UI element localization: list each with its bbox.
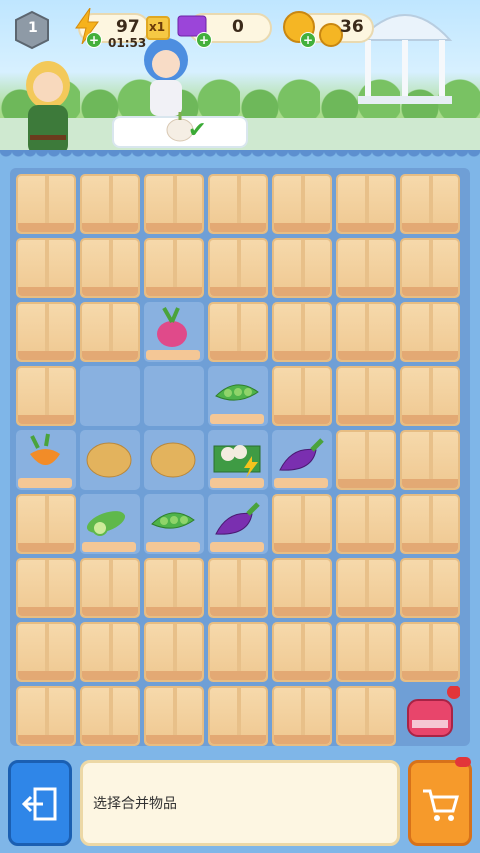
- item-tile-cucumber[interactable]: [80, 494, 140, 554]
- locked-box-tile[interactable]: [16, 366, 76, 426]
- locked-box-tile[interactable]: [16, 686, 76, 746]
- item-tile-crate[interactable]: [208, 430, 268, 490]
- shop-button[interactable]: [408, 757, 472, 846]
- peas-icon: [151, 512, 195, 529]
- locked-box-tile[interactable]: [400, 174, 460, 234]
- locked-box-tile[interactable]: [336, 558, 396, 618]
- energy-timer: 01:53: [108, 36, 147, 50]
- locked-box-tile[interactable]: [80, 174, 140, 234]
- locked-box-tile[interactable]: [400, 558, 460, 618]
- check-icon: ✔: [188, 118, 207, 143]
- locked-box-tile[interactable]: [336, 430, 396, 490]
- item-tile-eggplant[interactable]: [272, 430, 332, 490]
- gem-value: 0: [232, 17, 244, 37]
- level-number: 1: [28, 20, 38, 36]
- locked-box-tile[interactable]: [16, 174, 76, 234]
- item-tile-radish[interactable]: [144, 302, 204, 362]
- locked-box-tile[interactable]: [144, 174, 204, 234]
- item-tile-backpack[interactable]: [400, 686, 460, 746]
- message-panel: 选择合并物品: [80, 760, 400, 846]
- eggplant-icon: [279, 438, 324, 471]
- locked-box-tile[interactable]: [208, 238, 268, 298]
- locked-box-tile[interactable]: [16, 238, 76, 298]
- locked-box-tile[interactable]: [16, 494, 76, 554]
- locked-box-tile[interactable]: [272, 366, 332, 426]
- locked-box-tile[interactable]: [144, 558, 204, 618]
- locked-box-tile[interactable]: [336, 366, 396, 426]
- exit-icon: [21, 787, 57, 821]
- eggplant-icon: [215, 502, 260, 535]
- carrot-icon: [30, 433, 60, 465]
- locked-box-tile[interactable]: [272, 558, 332, 618]
- locked-box-tile[interactable]: [272, 302, 332, 362]
- locked-box-tile[interactable]: [144, 622, 204, 682]
- locked-box-tile[interactable]: [400, 622, 460, 682]
- locked-box-tile[interactable]: [16, 558, 76, 618]
- potato-icon: [150, 442, 196, 478]
- peas-icon: [215, 384, 259, 401]
- item-tile-carrot[interactable]: [16, 430, 76, 490]
- locked-box-tile[interactable]: [272, 686, 332, 746]
- empty-tile[interactable]: [144, 366, 204, 426]
- item-tile-eggplant[interactable]: [208, 494, 268, 554]
- cart-icon: [423, 789, 459, 821]
- locked-box-tile[interactable]: [336, 494, 396, 554]
- locked-box-tile[interactable]: [400, 494, 460, 554]
- locked-box-tile[interactable]: [80, 558, 140, 618]
- cucumber-icon: [86, 511, 126, 536]
- multiplier-label: x1: [149, 20, 166, 34]
- locked-box-tile[interactable]: [272, 174, 332, 234]
- locked-box-tile[interactable]: [208, 302, 268, 362]
- locked-box-tile[interactable]: [16, 302, 76, 362]
- locked-box-tile[interactable]: [336, 174, 396, 234]
- locked-box-tile[interactable]: [144, 238, 204, 298]
- item-tile-potato[interactable]: [144, 430, 204, 490]
- empty-tile[interactable]: [80, 366, 140, 426]
- locked-box-tile[interactable]: [272, 494, 332, 554]
- item-tile-peas[interactable]: [144, 494, 204, 554]
- gem-plus-icon[interactable]: +: [196, 32, 212, 48]
- notification-dot: [455, 757, 471, 767]
- potato-icon: [86, 442, 132, 478]
- scene-border: [0, 150, 480, 162]
- item-tile-peas[interactable]: [208, 366, 268, 426]
- item-tile-potato[interactable]: [80, 430, 140, 490]
- locked-box-tile[interactable]: [208, 558, 268, 618]
- crate-icon: [213, 445, 261, 478]
- locked-box-tile[interactable]: [400, 238, 460, 298]
- locked-box-tile[interactable]: [16, 622, 76, 682]
- locked-box-tile[interactable]: [336, 622, 396, 682]
- locked-box-tile[interactable]: [208, 174, 268, 234]
- locked-box-tile[interactable]: [336, 686, 396, 746]
- customer-character-icon: [144, 38, 188, 116]
- locked-box-tile[interactable]: [400, 430, 460, 490]
- locked-box-tile[interactable]: [336, 302, 396, 362]
- locked-box-tile[interactable]: [336, 238, 396, 298]
- order-bubble[interactable]: ✔: [112, 112, 248, 148]
- locked-box-tile[interactable]: [208, 686, 268, 746]
- message-text: 选择合并物品: [93, 796, 177, 812]
- energy-plus-icon[interactable]: +: [86, 32, 102, 48]
- multiplier-button[interactable]: x1: [146, 16, 170, 40]
- locked-box-tile[interactable]: [80, 686, 140, 746]
- coin-value: 36: [340, 17, 364, 37]
- locked-box-tile[interactable]: [272, 622, 332, 682]
- locked-box-tile[interactable]: [144, 686, 204, 746]
- energy-value: 97: [116, 17, 140, 37]
- backpack-icon: [407, 686, 460, 737]
- exit-button[interactable]: [8, 760, 72, 846]
- locked-box-tile[interactable]: [400, 366, 460, 426]
- coin-plus-icon[interactable]: +: [300, 32, 316, 48]
- elf-character-icon: [26, 61, 70, 155]
- radish-icon: [157, 307, 187, 347]
- locked-box-tile[interactable]: [208, 622, 268, 682]
- locked-box-tile[interactable]: [400, 302, 460, 362]
- locked-box-tile[interactable]: [80, 622, 140, 682]
- locked-box-tile[interactable]: [272, 238, 332, 298]
- locked-box-tile[interactable]: [80, 302, 140, 362]
- locked-box-tile[interactable]: [80, 238, 140, 298]
